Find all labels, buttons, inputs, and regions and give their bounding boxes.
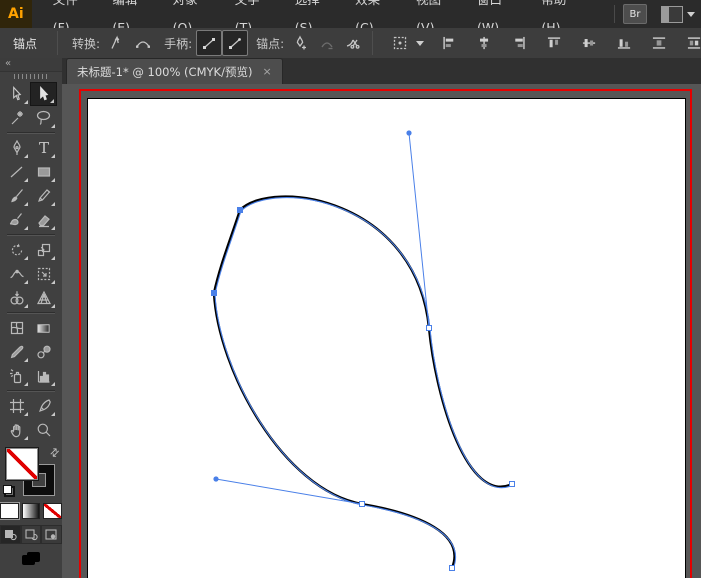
control-label: 转换: [72,36,101,51]
screen-mode-button[interactable] [0,551,62,567]
control-groups: 转换: 手柄: 锚点: [64,30,366,56]
document-tab[interactable]: 未标题-1* @ 100% (CMYK/预览) × [66,58,283,84]
anchor-control-bar: 锚点 转换: 手柄: 锚点: [0,28,701,59]
isolate-selection-button[interactable] [387,30,425,56]
fill-stroke-block: ⇄ [0,445,62,499]
tools-panel: « T ⇄ [0,58,63,578]
free-transform-tool[interactable] [30,262,57,286]
convert-corner-button[interactable] [104,30,130,56]
document-tab-title: 未标题-1* @ 100% (CMYK/预览) [77,64,253,79]
remove-anchor-button[interactable] [314,30,340,56]
distribute-top-button[interactable] [646,30,672,56]
menu-bar: Ai 文件(F)编辑(E)对象(O)文字(T)选择(S)效果(C)视图(V)窗口… [0,0,701,35]
hand-tool[interactable] [3,418,30,442]
panel-drag-grip[interactable] [0,72,62,81]
gradient-tool[interactable] [30,316,57,340]
convert-smooth-button[interactable] [130,30,156,56]
add-anchor-button[interactable] [288,30,314,56]
chevron-down-icon [416,40,425,46]
pen-tool[interactable] [3,136,30,160]
type-tool[interactable]: T [30,136,57,160]
eyedropper-tool[interactable] [3,340,30,364]
align-v-center-button[interactable] [576,30,602,56]
draw-inside-button[interactable] [41,525,63,544]
align-left-button[interactable] [436,30,462,56]
isolate-icon [387,30,413,56]
color-mode-row [0,503,63,519]
direct-selection-tool[interactable] [30,82,57,106]
document-tab-bar: 未标题-1* @ 100% (CMYK/预览) × [62,58,701,85]
handles-hide-button[interactable] [222,30,249,56]
scale-tool[interactable] [30,238,57,262]
color-button[interactable] [0,503,19,519]
mesh-tool[interactable] [3,316,30,340]
selection-tool[interactable] [3,82,30,106]
bridge-button[interactable]: Br [623,4,647,24]
magic-wand-tool[interactable] [3,106,30,130]
blend-tool[interactable] [30,340,57,364]
divider [57,31,59,55]
tool-grid: T [3,82,59,442]
align-bottom-button[interactable] [611,30,637,56]
distribute-v-center-button[interactable] [681,30,701,56]
eraser-tool[interactable] [30,208,57,232]
rotate-tool[interactable] [3,238,30,262]
close-tab-icon[interactable]: × [262,65,271,78]
control-label: 手柄: [164,36,193,51]
tool-group-divider [7,234,55,236]
line-segment-tool[interactable] [3,160,30,184]
tool-group-divider [7,312,55,314]
divider [372,31,374,55]
swap-fill-stroke-icon[interactable]: ⇄ [47,445,63,461]
default-fill-stroke-icon[interactable] [3,485,15,497]
slice-tool[interactable] [30,394,57,418]
cut-path-button[interactable] [340,30,366,56]
canvas-area[interactable] [62,84,701,578]
screen-mode-icon [22,552,40,565]
none-button[interactable] [43,503,63,519]
panel-title: 锚点 [13,36,38,51]
artboard[interactable] [87,98,686,578]
chevron-down-icon [687,11,695,17]
menubar-right: Br [606,4,701,24]
illustrator-window: Ai 文件(F)编辑(E)对象(O)文字(T)选择(S)效果(C)视图(V)窗口… [0,0,701,578]
drawing-mode-row [0,525,63,544]
blob-brush-tool[interactable] [3,208,30,232]
perspective-grid-tool[interactable] [30,286,57,310]
pencil-tool[interactable] [30,184,57,208]
paintbrush-tool[interactable] [3,184,30,208]
svg-text:T: T [38,140,48,156]
control-label: 锚点: [256,36,285,51]
align-top-button[interactable] [541,30,567,56]
menubar-divider [614,5,615,23]
zoom-tool[interactable] [30,418,57,442]
app-logo: Ai [0,0,32,28]
draw-normal-button[interactable] [0,525,21,544]
align-h-center-button[interactable] [471,30,497,56]
tool-group-divider [7,390,55,392]
fill-swatch-none[interactable] [5,447,39,481]
workspace-icon [661,5,683,23]
handles-show-button[interactable] [196,30,223,56]
lasso-tool[interactable] [30,106,57,130]
draw-behind-button[interactable] [20,525,42,544]
width-tool[interactable] [3,262,30,286]
align-right-button[interactable] [506,30,532,56]
symbol-sprayer-tool[interactable] [3,364,30,388]
shape-builder-tool[interactable] [3,286,30,310]
collapse-panel-button[interactable]: « [0,58,62,72]
column-graph-tool[interactable] [30,364,57,388]
rectangle-tool[interactable] [30,160,57,184]
gradient-button[interactable] [21,503,41,519]
workspace-switcher-button[interactable] [661,5,695,23]
artboard-tool[interactable] [3,394,30,418]
tool-group-divider [7,132,55,134]
align-buttons [436,30,701,56]
